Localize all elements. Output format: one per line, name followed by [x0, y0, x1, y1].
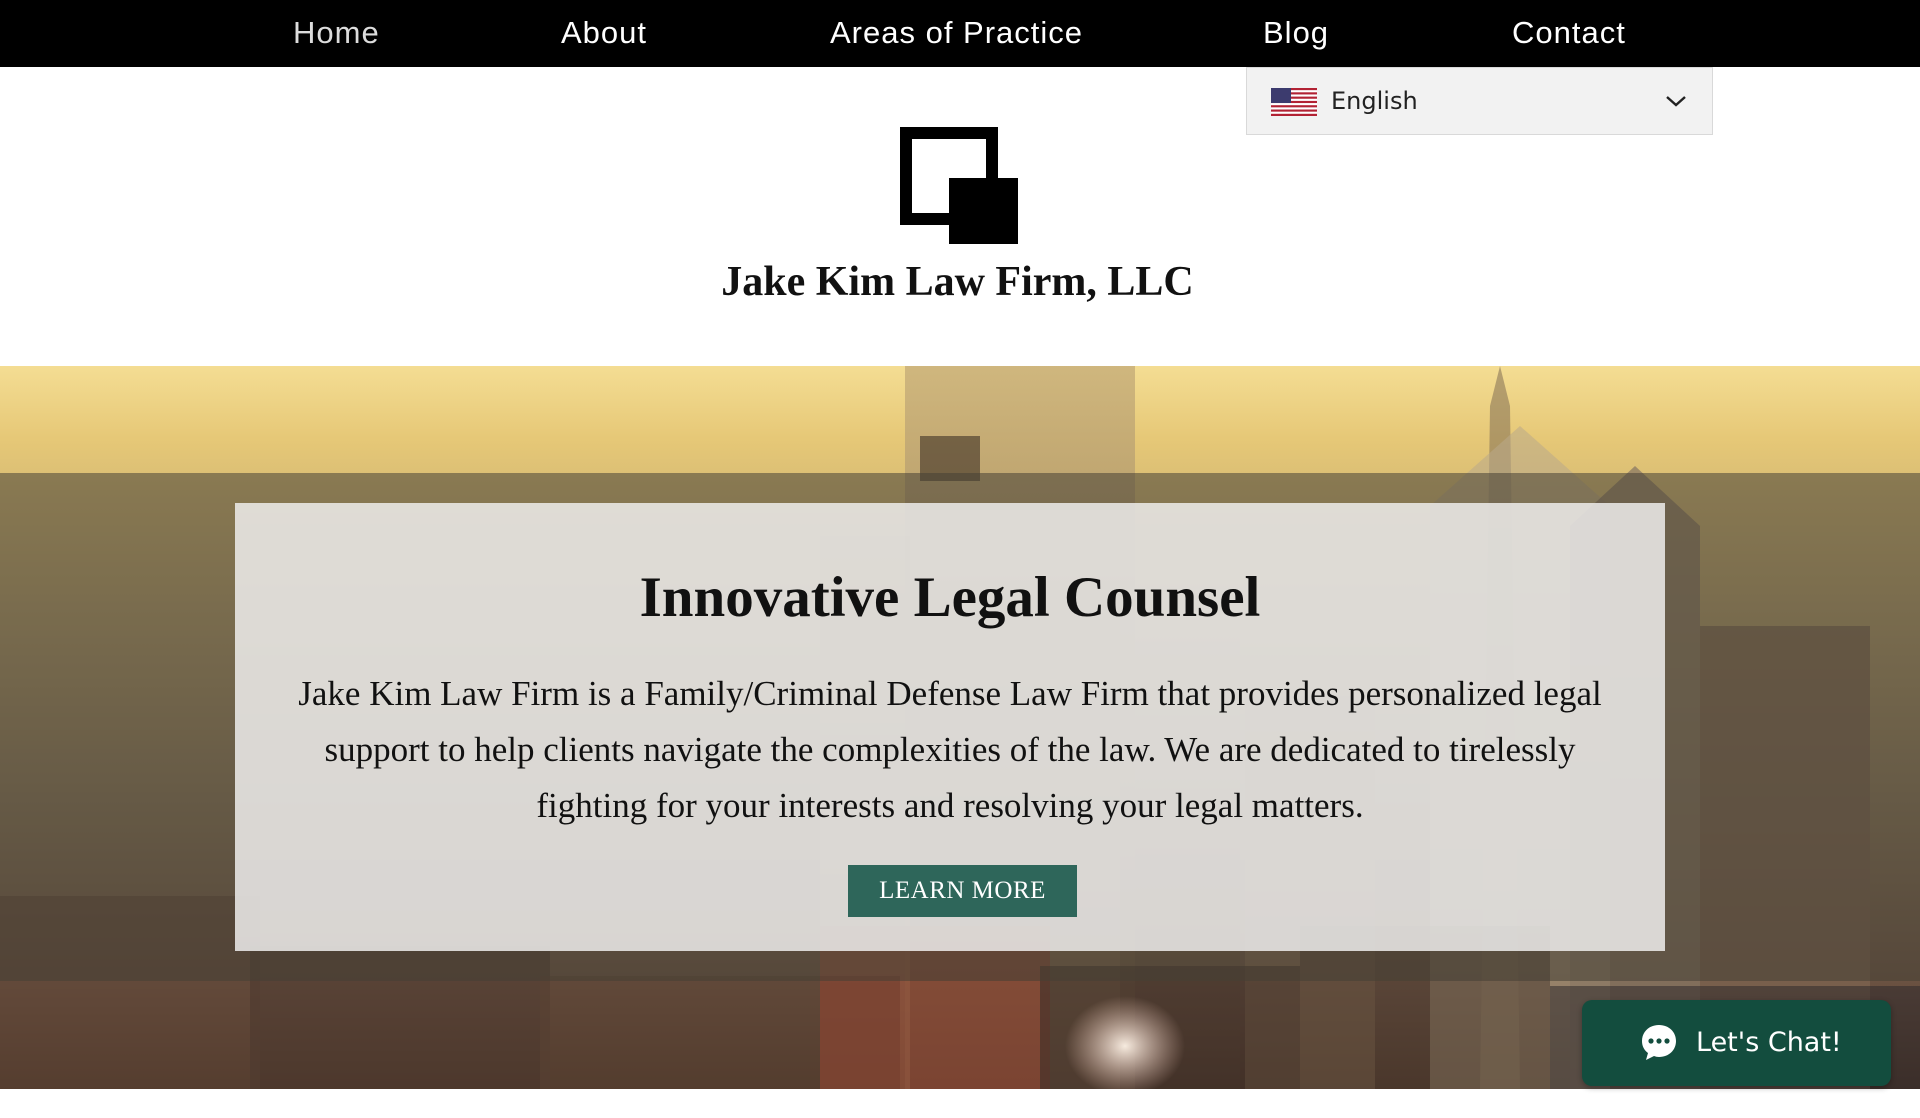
us-flag-icon: [1271, 88, 1317, 116]
language-label: English: [1331, 87, 1418, 115]
hero-card: Innovative Legal Counsel Jake Kim Law Fi…: [235, 503, 1665, 951]
chat-bubble-icon: [1640, 1023, 1678, 1061]
nav-blog[interactable]: Blog: [1263, 0, 1329, 67]
nav-about[interactable]: About: [561, 0, 647, 67]
hero-title: Innovative Legal Counsel: [639, 566, 1261, 629]
firm-name[interactable]: Jake Kim Law Firm, LLC: [0, 258, 1915, 306]
learn-more-button[interactable]: LEARN MORE: [848, 865, 1077, 917]
language-selector[interactable]: English: [1246, 67, 1713, 135]
chat-widget-button[interactable]: Let's Chat!: [1582, 1000, 1891, 1086]
nav-areas-of-practice[interactable]: Areas of Practice: [830, 0, 1083, 67]
top-navigation: Home About Areas of Practice Blog Contac…: [0, 0, 1920, 67]
firm-logo-icon[interactable]: [900, 127, 1020, 245]
nav-home[interactable]: Home: [293, 0, 380, 67]
chevron-down-icon: [1665, 94, 1687, 108]
hero-description: Jake Kim Law Firm is a Family/Criminal D…: [298, 674, 1602, 825]
chat-label: Let's Chat!: [1696, 1027, 1842, 1058]
nav-contact[interactable]: Contact: [1512, 0, 1626, 67]
hero-section: Innovative Legal Counsel Jake Kim Law Fi…: [0, 366, 1920, 1089]
